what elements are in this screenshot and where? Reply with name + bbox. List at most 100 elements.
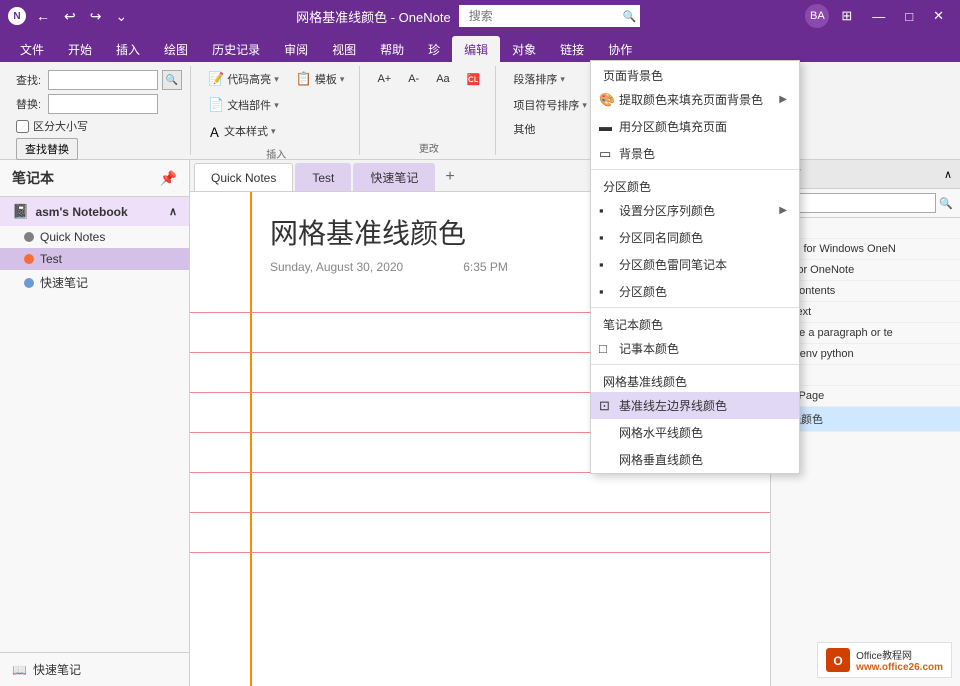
divider-3 (591, 364, 799, 365)
h-line-7 (190, 552, 770, 553)
more-row1: 段落排序 ▾ (506, 66, 572, 92)
other-button[interactable]: 其他 (506, 118, 542, 140)
tab-object[interactable]: 对象 (500, 36, 548, 62)
app-logo: N (8, 7, 26, 25)
menu-item-background-color[interactable]: ▭ 背景色 (591, 140, 799, 167)
font-size-dec-button[interactable]: A- (401, 68, 426, 90)
notebook-icon: 📓 (12, 203, 29, 220)
page-tab-kuaisu[interactable]: 快速笔记 (353, 163, 435, 191)
right-panel-search-icon[interactable]: 🔍 (936, 197, 956, 210)
svg-text:O: O (833, 654, 842, 668)
avatar-button[interactable]: BA (805, 4, 829, 28)
menu-item-baseline-left-color[interactable]: ⊡ 基准线左边界线颜色 (591, 392, 799, 419)
list-sort-button[interactable]: 项目符号排序 ▾ (506, 94, 594, 116)
menu-item-same-name-color[interactable]: ▪ 分区同名同颜色 (591, 224, 799, 251)
tab-help[interactable]: 帮助 (368, 36, 416, 62)
insert-row2: 📄 文档部件 ▾ (201, 92, 286, 118)
replace-input[interactable] (48, 94, 158, 114)
back-button[interactable]: ← (32, 6, 54, 26)
undo-button[interactable]: ↩ (60, 6, 80, 27)
baseline-left-label: 基准线左边界线颜色 (619, 397, 727, 414)
insert-row1: 📝 代码高亮 ▾ 📋 模板 ▾ (201, 66, 351, 92)
series-color-icon: ▪ (599, 203, 604, 218)
text-style-button[interactable]: Ａ 文本样式 ▾ (201, 120, 283, 142)
minimize-button[interactable]: — (864, 0, 893, 32)
template-button[interactable]: 📋 模板 ▾ (289, 68, 352, 90)
search-icon[interactable]: 🔍 (623, 10, 637, 23)
menu-item-set-section-series-color[interactable]: ▪ 设置分区序列颜色 ▶ (591, 197, 799, 224)
grid-vertical-label: 网格垂直线颜色 (619, 451, 703, 468)
tab-collab[interactable]: 协作 (596, 36, 644, 62)
menu-item-fill-section-color[interactable]: ▬ 用分区颜色填充页面 (591, 113, 799, 140)
redo-button[interactable]: ↪ (86, 6, 106, 27)
sidebar-item-kuaisu[interactable]: 快速笔记 (0, 270, 189, 295)
tab-file[interactable]: 文件 (8, 36, 56, 62)
sidebar-footer[interactable]: 📖 快速笔记 (0, 652, 189, 686)
format-group: A+ A- Aa 🆑 更改 (362, 66, 496, 155)
menu-item-grid-vertical-color[interactable]: 网格垂直线颜色 (591, 446, 799, 473)
text-component-button[interactable]: 📄 文档部件 ▾ (201, 94, 286, 116)
line-spacing-button[interactable]: 段落排序 ▾ (506, 68, 572, 90)
menu-item-notebook-color[interactable]: □ 记事本颜色 (591, 335, 799, 362)
menu-section-notebook-color: 笔记本颜色 (591, 310, 799, 335)
title-bar-right: BA ⊞ — □ ✕ (805, 0, 952, 32)
watermark: O Office教程网 www.office26.com (817, 642, 952, 678)
right-panel-collapse-icon[interactable]: ∧ (944, 168, 952, 181)
menu-item-section-color[interactable]: ▪ 分区颜色 (591, 278, 799, 305)
tab-link[interactable]: 链接 (548, 36, 596, 62)
footer-icon: 📖 (12, 663, 27, 677)
tab-history[interactable]: 历史记录 (200, 36, 272, 62)
find-button[interactable]: 🔍 (162, 70, 182, 90)
sidebar-pin-icon[interactable]: 📌 (160, 170, 177, 187)
watermark-site-name: Office教程网 (856, 647, 943, 662)
title-bar-center: 网格基准线颜色 - OneNote 🔍 (131, 5, 805, 27)
font-size-inc-button[interactable]: A+ (370, 68, 398, 90)
add-tab-button[interactable]: + (437, 163, 462, 191)
menu-item-grid-horizontal-color[interactable]: 网格水平线颜色 (591, 419, 799, 446)
tab-draw[interactable]: 绘图 (152, 36, 200, 62)
notebook-name: asm's Notebook (35, 205, 127, 219)
tab-review[interactable]: 审阅 (272, 36, 320, 62)
extract-color-icon: 🎨 (599, 92, 615, 108)
menu-item-similar-notebook-color[interactable]: ▪ 分区颜色雷同笔记本 (591, 251, 799, 278)
sidebar: 笔记本 📌 📓 asm's Notebook ∧ Quick Notes Tes… (0, 160, 190, 686)
bg-color-label: 背景色 (619, 145, 655, 162)
page-tab-quicknotes[interactable]: Quick Notes (194, 163, 293, 191)
footer-label: 快速笔记 (33, 661, 81, 678)
tab-edit[interactable]: 编辑 (452, 36, 500, 62)
window-grid-button[interactable]: ⊞ (833, 0, 860, 32)
code-highlight-button[interactable]: 📝 代码高亮 ▾ (201, 68, 286, 90)
menu-item-extract-color[interactable]: 🎨 提取颜色来填充页面背景色 ▶ (591, 86, 799, 113)
sidebar-title: 笔记本 (12, 168, 54, 188)
maximize-button[interactable]: □ (897, 0, 921, 32)
h-line-6 (190, 512, 770, 513)
sidebar-notebook[interactable]: 📓 asm's Notebook ∧ (0, 197, 189, 226)
sidebar-item-test[interactable]: Test (0, 248, 189, 270)
find-replace-button[interactable]: 查找替换 (16, 138, 78, 160)
replace-row: 替换: (16, 94, 158, 114)
fill-section-icon: ▬ (599, 119, 612, 134)
quicknotes-label: Quick Notes (40, 230, 105, 244)
find-input[interactable] (48, 70, 158, 90)
format-group-label: 更改 (370, 138, 487, 155)
case-sensitive-checkbox[interactable] (16, 120, 29, 133)
clear-format-button[interactable]: 🆑 (460, 68, 488, 90)
notebook-color-label: 分区颜色雷同笔记本 (619, 256, 727, 273)
sidebar-item-quicknotes[interactable]: Quick Notes (0, 226, 189, 248)
tab-start[interactable]: 开始 (56, 36, 104, 62)
extract-color-label: 提取颜色来填充页面背景色 (619, 91, 763, 108)
close-button[interactable]: ✕ (925, 0, 952, 32)
tab-view[interactable]: 视图 (320, 36, 368, 62)
search-input[interactable] (463, 5, 623, 27)
page-date: Sunday, August 30, 2020 (270, 260, 403, 274)
tab-insert[interactable]: 插入 (104, 36, 152, 62)
ribbon-tabs: 文件 开始 插入 绘图 历史记录 审阅 视图 帮助 珍 编辑 对象 链接 协作 (0, 32, 960, 62)
same-name-icon: ▪ (599, 230, 604, 245)
font-aa-button[interactable]: Aa (429, 68, 456, 90)
tab-zhen[interactable]: 珍 (416, 36, 452, 62)
section-color-icon: ▪ (599, 284, 604, 299)
quick-access-button[interactable]: ⌄ (111, 6, 131, 27)
page-tab-test[interactable]: Test (295, 163, 351, 191)
notebook-color-text: 记事本颜色 (619, 340, 679, 357)
watermark-url: www.office26.com (856, 662, 943, 673)
